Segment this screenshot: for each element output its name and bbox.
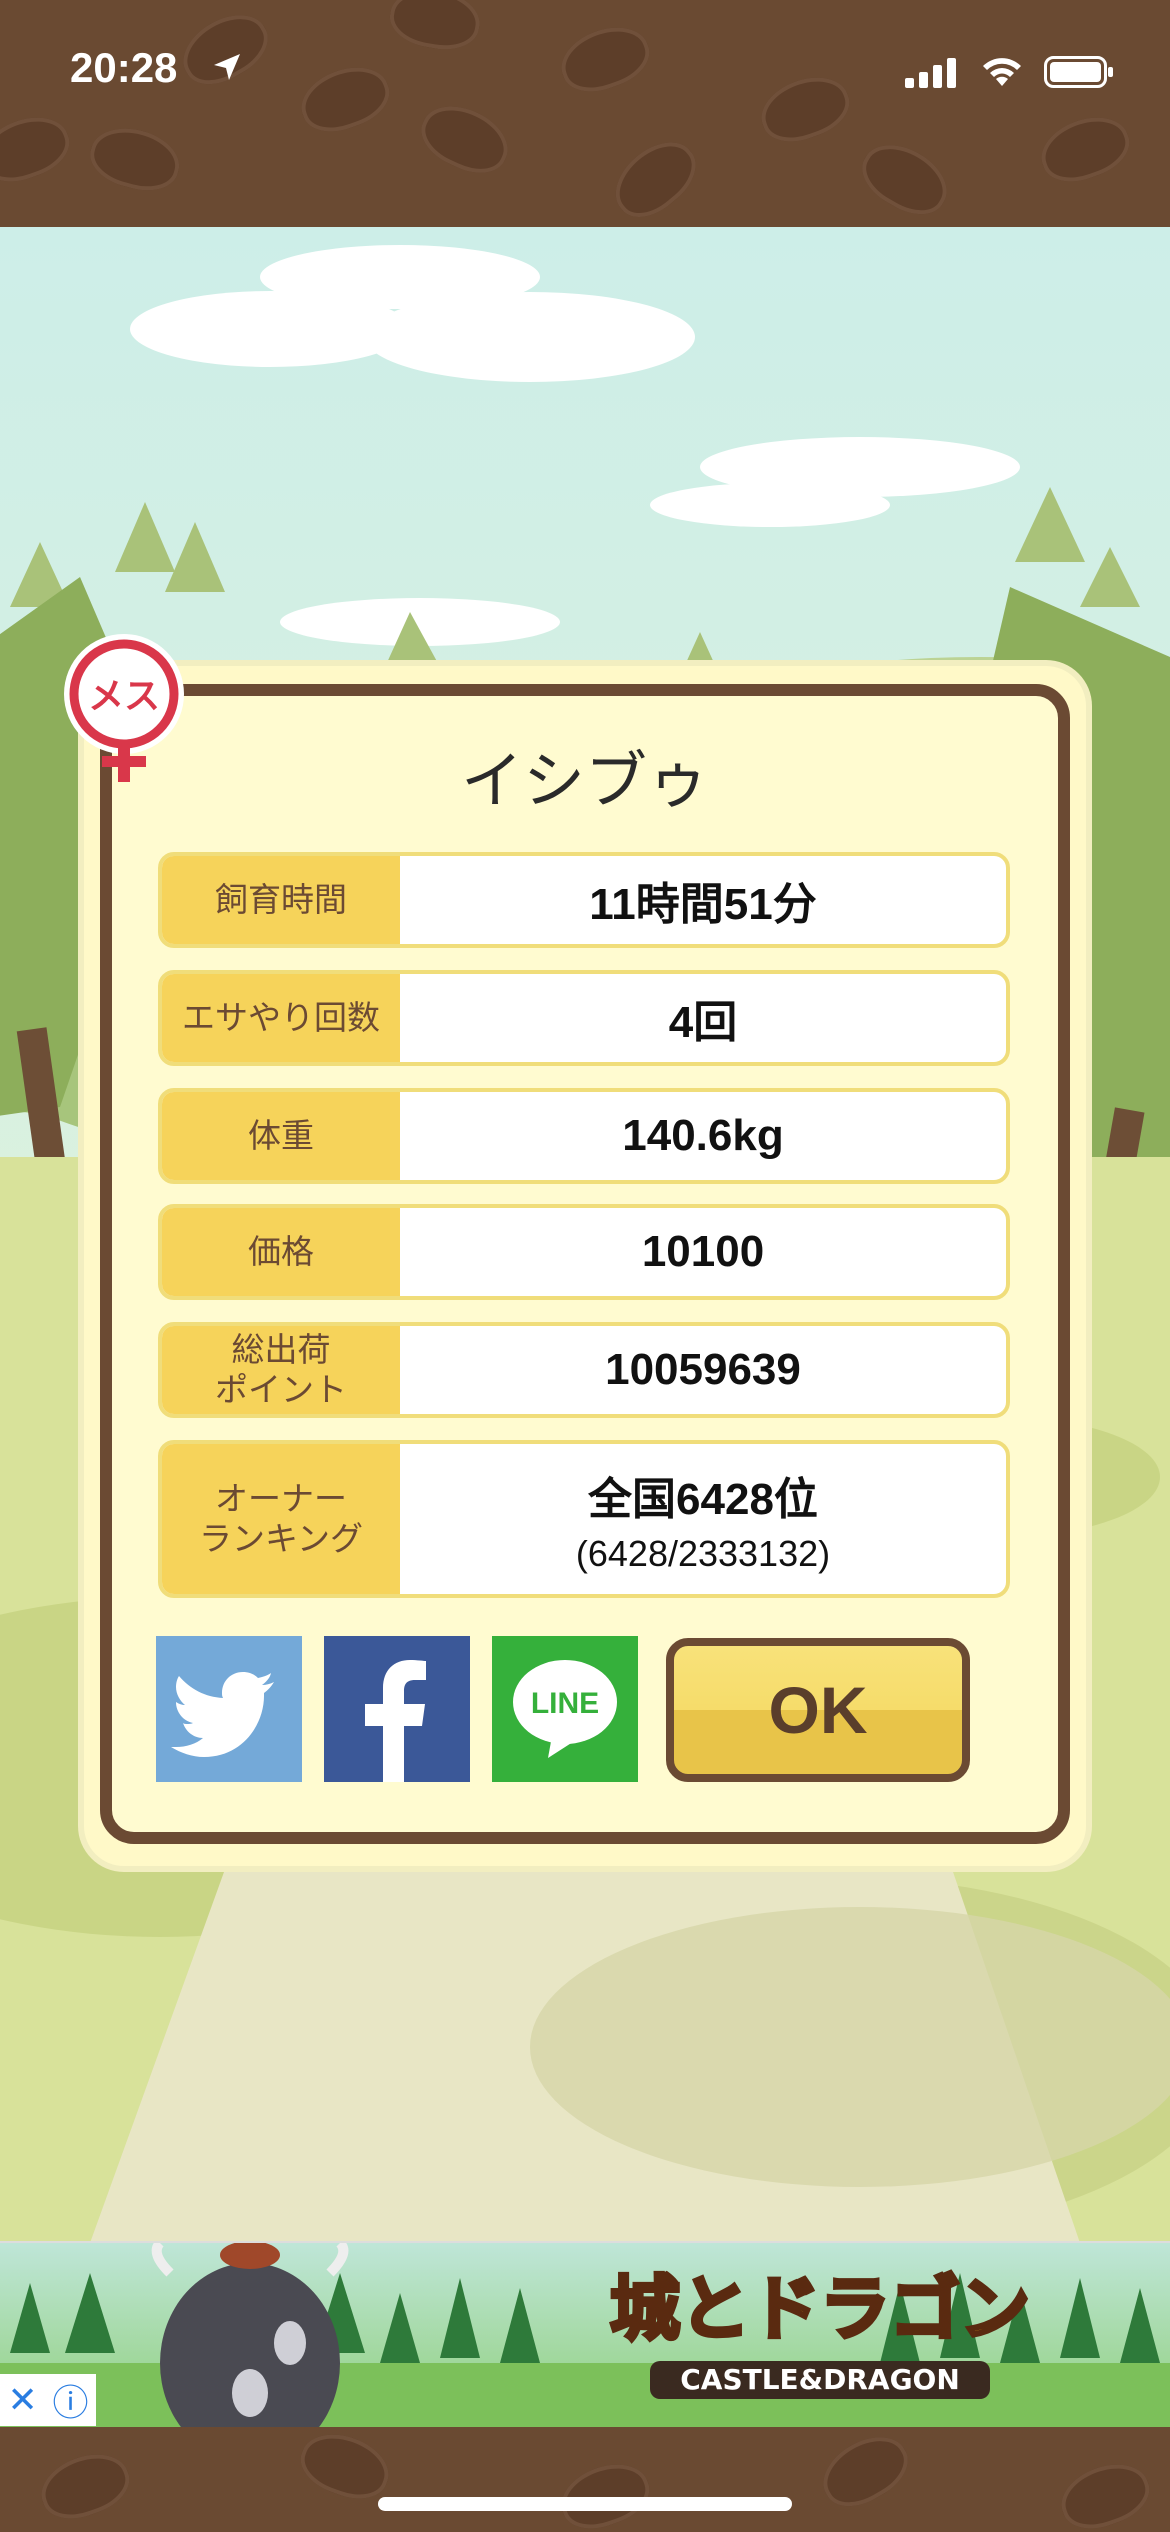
bean-pattern	[0, 106, 78, 192]
stat-label: 総出荷 ポイント	[162, 1326, 400, 1414]
stat-row-owner-ranking: オーナー ランキング 全国6428位 (6428/2333132)	[158, 1440, 1010, 1598]
pet-name: イシブゥ	[460, 744, 709, 817]
bean-pattern	[811, 2427, 919, 2519]
bean-pattern	[411, 93, 519, 185]
bean-pattern	[32, 2443, 138, 2529]
stat-label: オーナー ランキング	[162, 1444, 400, 1594]
home-indicator	[378, 2497, 792, 2511]
stat-row-shipping-points: 総出荷 ポイント 10059639	[158, 1322, 1010, 1418]
stat-row-feed-count: エサやり回数 4回	[158, 970, 1010, 1066]
bottom-pattern	[0, 2427, 1170, 2532]
signal-icon	[905, 58, 956, 88]
bean-pattern	[552, 16, 658, 102]
ad-choices[interactable]: ✕ ⓘ	[0, 2374, 96, 2426]
stat-row-price: 価格 10100	[158, 1204, 1010, 1300]
line-share-button[interactable]: LINE	[492, 1636, 638, 1782]
stat-label: エサやり回数	[162, 974, 400, 1062]
stat-row-breeding-time: 飼育時間 11時間51分	[158, 852, 1010, 948]
stat-value: 全国6428位 (6428/2333132)	[400, 1444, 1006, 1594]
bean-pattern	[292, 2427, 398, 2509]
bean-pattern	[385, 0, 485, 56]
line-label: LINE	[531, 1687, 599, 1720]
line-icon: LINE	[513, 1660, 617, 1758]
bean-pattern	[84, 119, 186, 199]
ranking-detail: (6428/2333132)	[575, 1533, 831, 1574]
wifi-icon	[983, 58, 1021, 86]
twitter-share-button[interactable]	[156, 1636, 302, 1782]
status-bar	[0, 0, 1170, 227]
ad-title: 城とドラゴン	[610, 2268, 1030, 2350]
bean-pattern	[601, 127, 709, 227]
stat-label: 価格	[162, 1208, 400, 1296]
stat-label: 飼育時間	[162, 856, 400, 944]
bean-pattern	[752, 66, 858, 152]
gender-badge-label: メス	[88, 676, 160, 717]
ad-illustration: 城とドラゴン CASTLE&DRAGON	[0, 2243, 1170, 2429]
facebook-share-button[interactable]	[324, 1636, 470, 1782]
info-icon[interactable]: ⓘ	[53, 2374, 89, 2426]
bean-pattern	[292, 56, 398, 142]
bean-pattern	[171, 1, 279, 97]
ok-button[interactable]: OK	[666, 1638, 970, 1782]
stat-row-weight: 体重 140.6kg	[158, 1088, 1010, 1184]
bean-pattern	[1052, 2453, 1158, 2532]
stat-value: 140.6kg	[622, 1111, 784, 1160]
ranking-value: 全国6428位	[588, 1475, 818, 1524]
facebook-icon	[365, 1660, 426, 1782]
stat-value: 4回	[668, 998, 738, 1047]
battery-icon	[1044, 56, 1113, 88]
ad-subtitle: CASTLE&DRAGON	[680, 2363, 960, 2396]
stat-value: 10059639	[605, 1345, 801, 1394]
twitter-icon	[171, 1672, 274, 1757]
close-icon[interactable]: ✕	[7, 2380, 37, 2421]
location-arrow-icon	[214, 54, 240, 80]
stat-label: 体重	[162, 1092, 400, 1180]
stat-value: 10100	[641, 1227, 765, 1276]
status-time: 20:28	[70, 44, 178, 91]
bean-pattern	[552, 2453, 658, 2532]
bean-pattern	[851, 131, 959, 227]
bean-pattern	[1032, 106, 1138, 192]
ad-banner[interactable]: 城とドラゴン CASTLE&DRAGON	[0, 2241, 1170, 2429]
stat-value: 11時間51分	[589, 880, 817, 929]
